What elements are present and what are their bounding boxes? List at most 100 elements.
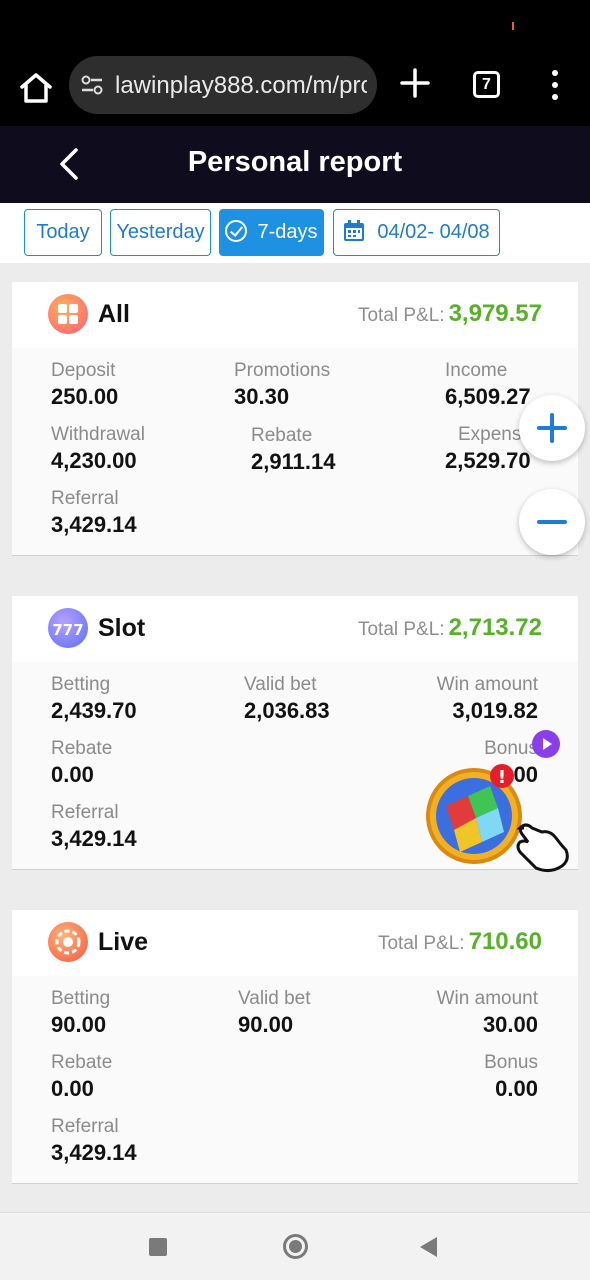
field-label: Referral <box>51 802 119 823</box>
date-range-picker[interactable]: 04/02- 04/08 <box>333 209 500 256</box>
zoom-in-button[interactable] <box>519 395 585 461</box>
more-vert-icon[interactable] <box>545 68 565 102</box>
field-value: 3,019.82 <box>452 698 538 723</box>
divider <box>12 555 578 556</box>
total-pl-value: 3,979.57 <box>448 300 542 327</box>
field-value: 3,429.14 <box>51 1140 137 1165</box>
field-label: Betting <box>51 988 111 1009</box>
slot-icon: 777 <box>48 608 88 648</box>
field-value: 2,439.70 <box>51 698 137 723</box>
win-amount-field: Win amount 3,019.82 <box>437 674 538 724</box>
total-pl-label: Total P&L: <box>377 933 465 954</box>
rebate-field: Rebate 2,911.14 <box>251 425 335 475</box>
field-label: Promotions <box>234 360 331 381</box>
total-pl: Total P&L: 2,713.72 <box>358 614 542 642</box>
field-label: Rebate <box>251 425 313 446</box>
zoom-in-icon <box>537 413 567 443</box>
betting-field: Betting 90.00 <box>51 988 110 1038</box>
filter-7days-label: 7-days <box>257 221 318 243</box>
url-text[interactable]: lawinplay888.com/m/pro <box>115 72 367 100</box>
rebate-field: Rebate 0.00 <box>51 1052 112 1102</box>
referral-field: Referral 3,429.14 <box>51 488 137 538</box>
field-label: Referral <box>51 1116 119 1137</box>
field-value: 30.30 <box>234 384 290 409</box>
field-label: Rebate <box>51 738 113 759</box>
check-circle-icon <box>225 220 248 242</box>
home-nav-icon[interactable] <box>283 1234 308 1259</box>
promotions-field: Promotions 30.30 <box>234 360 330 410</box>
field-label: Valid bet <box>244 674 317 695</box>
win-amount-field: Win amount 30.00 <box>437 988 538 1038</box>
status-indicator <box>512 22 514 30</box>
bonus-field: Bonus 0.00 <box>484 1052 538 1102</box>
card-title: Live <box>98 928 149 956</box>
svg-text:777: 777 <box>52 621 83 639</box>
browser-toolbar: lawinplay888.com/m/pro 7 <box>0 52 590 126</box>
field-value: 4,230.00 <box>51 448 137 473</box>
all-games-icon <box>48 294 88 334</box>
field-value: 2,036.83 <box>244 698 330 723</box>
page-title: Personal report <box>187 146 403 178</box>
withdrawal-field: Withdrawal 4,230.00 <box>51 424 145 474</box>
field-value: 250.00 <box>51 384 119 409</box>
promo-gift-widget[interactable]: ! <box>424 762 574 874</box>
tab-switcher-button[interactable]: 7 <box>473 71 500 98</box>
field-value: 2,911.14 <box>251 449 336 474</box>
field-value: 30.00 <box>482 1012 538 1037</box>
field-label: Valid bet <box>238 988 311 1009</box>
field-label: Rebate <box>51 1052 113 1073</box>
field-value: 6,509.27 <box>445 384 531 409</box>
field-value: 0.00 <box>51 1076 94 1101</box>
field-value: 2,529.70 <box>445 448 531 473</box>
card-header: All Total P&L: 3,979.57 <box>12 282 578 348</box>
zoom-out-icon <box>537 520 567 524</box>
total-pl: Total P&L: 3,979.57 <box>358 300 542 328</box>
field-label: Bonus <box>484 1052 538 1073</box>
divider <box>12 1183 578 1184</box>
betting-field: Betting 2,439.70 <box>51 674 137 724</box>
valid-bet-field: Valid bet 2,036.83 <box>244 674 330 724</box>
card-header: 777 Slot Total P&L: 2,713.72 <box>12 596 578 662</box>
live-casino-chip-icon <box>48 922 88 962</box>
valid-bet-field: Valid bet 90.00 <box>238 988 311 1038</box>
filter-today-button[interactable]: Today <box>24 209 102 256</box>
field-value: 90.00 <box>238 1012 294 1037</box>
field-value: 3,429.14 <box>51 512 137 537</box>
report-card-all: All Total P&L: 3,979.57 Deposit 250.00 Pro… <box>12 282 578 556</box>
field-label: Betting <box>51 674 111 695</box>
referral-field: Referral 3,429.14 <box>51 802 137 852</box>
total-pl-label: Total P&L: <box>357 619 445 640</box>
field-value: 0.00 <box>51 762 94 787</box>
total-pl: Total P&L: 710.60 <box>378 928 542 956</box>
tune-icon[interactable] <box>81 75 103 95</box>
system-nav-bar <box>0 1212 590 1280</box>
card-title: All <box>98 300 130 328</box>
deposit-field: Deposit 250.00 <box>51 360 118 410</box>
total-pl-value: 710.60 <box>468 928 542 955</box>
rebate-field: Rebate 0.00 <box>51 738 112 788</box>
field-value: 0.00 <box>495 1076 538 1101</box>
report-card-live: Live Total P&L: 710.60 Betting 90.00 Valid… <box>12 910 578 1184</box>
card-title: Slot <box>98 614 146 642</box>
address-bar[interactable]: lawinplay888.com/m/pro <box>69 56 377 114</box>
field-label: Income <box>445 360 508 381</box>
back-nav-icon[interactable] <box>420 1237 437 1257</box>
field-label: Win amount <box>436 988 538 1009</box>
total-pl-value: 2,713.72 <box>448 614 542 641</box>
filter-7days-button[interactable]: 7-days <box>219 209 324 256</box>
calendar-icon <box>343 214 365 241</box>
card-header: Live Total P&L: 710.60 <box>12 910 578 976</box>
field-label: Bonus <box>484 738 538 759</box>
app-header: Personal report <box>0 126 590 203</box>
date-filter-bar: Today Yesterday 7-days 04/02- 04/08 <box>0 203 590 263</box>
field-label: Deposit <box>51 360 116 381</box>
field-value: 90.00 <box>51 1012 107 1037</box>
filter-yesterday-button[interactable]: Yesterday <box>110 209 211 256</box>
home-icon[interactable] <box>16 68 56 108</box>
recents-icon[interactable] <box>149 1238 167 1256</box>
svg-text:!: ! <box>498 767 506 788</box>
field-value: 3,429.14 <box>51 826 137 851</box>
play-icon[interactable] <box>532 730 560 758</box>
zoom-out-button[interactable] <box>519 489 585 555</box>
plus-icon[interactable] <box>398 66 432 100</box>
